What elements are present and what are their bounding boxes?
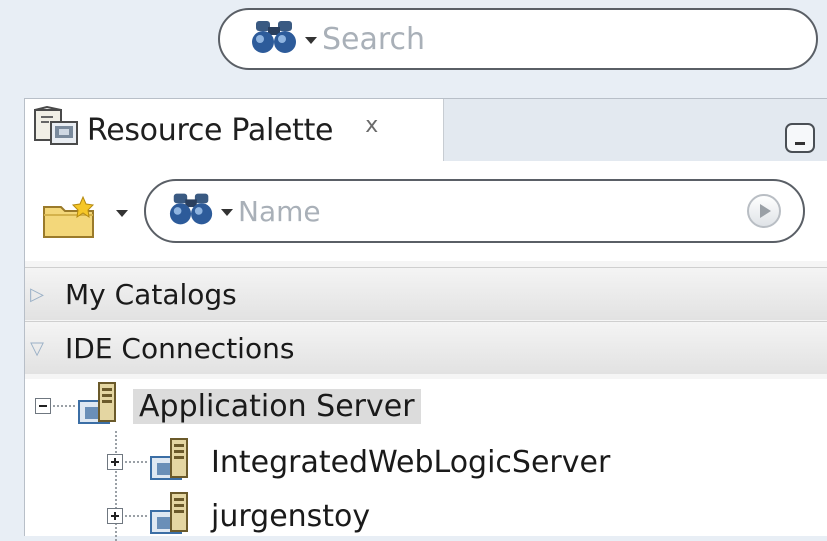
expand-icon[interactable] bbox=[107, 508, 123, 524]
server-icon bbox=[149, 491, 199, 541]
expand-icon[interactable] bbox=[107, 454, 123, 470]
tree-node-application-server[interactable]: Application Server bbox=[35, 381, 421, 431]
global-search-field[interactable] bbox=[218, 8, 818, 70]
chevron-down-icon[interactable] bbox=[304, 30, 318, 49]
section-my-catalogs[interactable]: ▷ My Catalogs bbox=[25, 267, 827, 320]
server-icon bbox=[77, 381, 127, 431]
resource-palette-panel: Resource Palette x Name ▷ My Catalogs ▽ … bbox=[24, 98, 827, 541]
new-folder-icon[interactable] bbox=[41, 195, 101, 245]
minimize-button[interactable] bbox=[785, 123, 815, 153]
go-button[interactable] bbox=[747, 194, 781, 228]
resource-palette-icon bbox=[33, 105, 83, 154]
name-input[interactable] bbox=[238, 194, 678, 228]
tab-strip bbox=[444, 99, 827, 161]
binoculars-icon[interactable] bbox=[168, 191, 216, 231]
tree-connector bbox=[125, 515, 147, 517]
server-icon bbox=[149, 437, 199, 487]
tree-node-label: IntegratedWebLogicServer bbox=[211, 444, 611, 480]
section-label: My Catalogs bbox=[65, 277, 237, 311]
tree-node-label: jurgenstoy bbox=[211, 498, 371, 534]
tab-resource-palette[interactable]: Resource Palette x bbox=[25, 99, 444, 161]
close-icon[interactable]: x bbox=[365, 113, 378, 138]
section-ide-connections[interactable]: ▽ IDE Connections bbox=[25, 321, 827, 374]
tree-node-label: Application Server bbox=[133, 388, 421, 424]
binoculars-icon[interactable] bbox=[250, 19, 300, 59]
tree-node-integrated-weblogic-server[interactable]: IntegratedWebLogicServer bbox=[107, 437, 616, 487]
connections-tree: Application Server IntegratedWebLogicSer… bbox=[25, 379, 827, 541]
chevron-down-icon[interactable] bbox=[220, 202, 234, 221]
collapse-icon[interactable] bbox=[35, 398, 51, 414]
tree-connector bbox=[125, 461, 147, 463]
tree-connector bbox=[53, 405, 75, 407]
tree-node-jurgenstoy[interactable]: jurgenstoy bbox=[107, 491, 376, 541]
name-search-field[interactable] bbox=[144, 179, 805, 243]
search-input[interactable] bbox=[322, 21, 762, 57]
expand-arrow-icon[interactable]: ▷ bbox=[19, 284, 55, 305]
section-label: IDE Connections bbox=[65, 331, 295, 365]
chevron-down-icon[interactable] bbox=[115, 203, 129, 222]
tab-label: Resource Palette bbox=[87, 112, 334, 148]
collapse-arrow-icon[interactable]: ▽ bbox=[19, 338, 55, 359]
